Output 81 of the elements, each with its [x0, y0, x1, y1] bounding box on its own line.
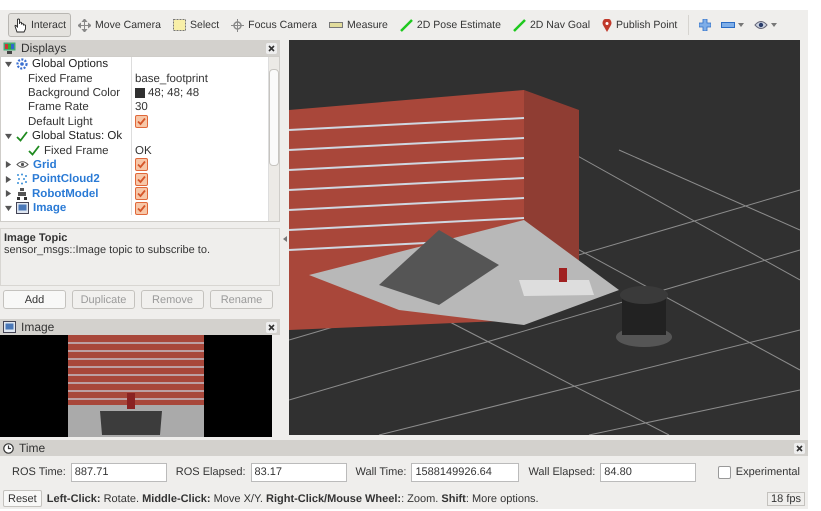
- panel-title: Displays: [21, 41, 66, 55]
- expand-arrow-icon[interactable]: [5, 161, 12, 168]
- panel-button[interactable]: Add: [3, 290, 66, 309]
- property-label[interactable]: Image: [33, 202, 66, 214]
- property-label[interactable]: RobotModel: [32, 188, 98, 200]
- map-pin-icon: [602, 18, 612, 32]
- panel-title: Image: [21, 320, 54, 334]
- checkbox[interactable]: [135, 158, 148, 172]
- property-label[interactable]: Background Color: [28, 86, 120, 99]
- close-button[interactable]: [794, 442, 805, 454]
- hand-icon: [13, 18, 27, 32]
- expand-arrow-icon[interactable]: [5, 204, 12, 212]
- scrollbar[interactable]: [268, 57, 279, 221]
- clock-icon: [3, 442, 14, 454]
- field-label: Wall Elapsed:: [528, 466, 596, 478]
- property-value[interactable]: 30: [135, 101, 148, 114]
- reset-button[interactable]: Reset: [3, 490, 42, 507]
- tool-button[interactable]: Focus Camera: [226, 13, 322, 37]
- tool-button[interactable]: Select: [168, 13, 224, 37]
- caret-icon: [738, 23, 744, 27]
- expand-arrow-icon[interactable]: [5, 176, 12, 183]
- gear-icon: [16, 58, 28, 70]
- expand-arrow-icon[interactable]: [5, 190, 12, 198]
- monitor-icon: [3, 42, 16, 54]
- property-value[interactable]: base_footprint: [135, 72, 208, 85]
- tool-button[interactable]: Interact: [8, 13, 72, 37]
- time-field[interactable]: 887.71: [70, 462, 167, 482]
- property-label[interactable]: Grid: [33, 158, 57, 171]
- property-label[interactable]: PointCloud2: [32, 173, 100, 186]
- dots-icon: [16, 173, 28, 186]
- checkbox[interactable]: [718, 466, 731, 478]
- minus-icon: [721, 22, 736, 28]
- checkbox[interactable]: [135, 187, 148, 200]
- 3d-scene-drawing[interactable]: [289, 40, 800, 435]
- time-field[interactable]: 83.17: [250, 462, 346, 482]
- checkbox[interactable]: [135, 172, 148, 186]
- collapse-arrow-icon[interactable]: [282, 236, 286, 242]
- ruler-icon: [329, 22, 344, 28]
- property-value[interactable]: OK: [135, 144, 152, 157]
- tool-button[interactable]: Measure: [324, 13, 393, 37]
- property-label[interactable]: Fixed Frame: [28, 72, 93, 85]
- grid-eye-icon: [16, 160, 29, 170]
- checkmark-icon: [28, 145, 40, 156]
- property-label[interactable]: Fixed Frame: [44, 144, 109, 157]
- close-button[interactable]: [266, 322, 277, 332]
- move-arrows-icon: [78, 18, 92, 32]
- field-label: Wall Time:: [356, 466, 406, 478]
- crosshair-icon: [231, 18, 244, 32]
- robot-icon: [16, 188, 28, 200]
- checkbox[interactable]: [135, 202, 148, 215]
- property-label[interactable]: Default Light: [28, 116, 93, 128]
- color-swatch[interactable]: [135, 88, 145, 98]
- field-label: ROS Time:: [12, 466, 66, 478]
- time-field[interactable]: 1588149926.64: [411, 462, 520, 482]
- tool-button[interactable]: 2D Nav Goal: [508, 13, 596, 37]
- eye-icon: [754, 20, 768, 30]
- description-title: Image Topic: [4, 232, 68, 244]
- plus-icon: [699, 19, 712, 31]
- checkbox-label[interactable]: Experimental: [736, 466, 800, 478]
- tool-button[interactable]: Publish Point: [597, 13, 682, 37]
- property-label[interactable]: Frame Rate: [28, 101, 89, 114]
- expand-arrow-icon[interactable]: [5, 60, 12, 68]
- property-value[interactable]: 48; 48; 48: [148, 86, 200, 99]
- tool-button[interactable]: 2D Pose Estimate: [394, 13, 506, 37]
- property-label[interactable]: Global Status: Ok: [32, 130, 122, 142]
- picture-icon: [16, 202, 29, 214]
- description-text: sensor_msgs::Image topic to subscribe to.: [4, 244, 212, 256]
- field-label: ROS Elapsed:: [176, 466, 246, 478]
- expand-arrow-icon[interactable]: [5, 132, 12, 140]
- checkbox[interactable]: [135, 115, 148, 128]
- close-button[interactable]: [266, 42, 277, 54]
- checkmark-icon: [16, 130, 28, 142]
- picture-icon: [3, 321, 16, 333]
- panel-title: Time: [19, 441, 46, 455]
- property-label[interactable]: Global Options: [32, 58, 108, 70]
- tool-button[interactable]: Move Camera: [73, 13, 166, 37]
- caret-icon: [771, 23, 778, 27]
- help-text: Left-Click: Rotate. Middle-Click: Move X/Y. Right-Click/Mouse Wheel:: Zoom. Shift: More options.: [46, 492, 539, 504]
- fps-counter: 18 fps: [767, 492, 805, 506]
- select-square-icon: [172, 19, 186, 31]
- time-field[interactable]: 84.80: [600, 462, 696, 482]
